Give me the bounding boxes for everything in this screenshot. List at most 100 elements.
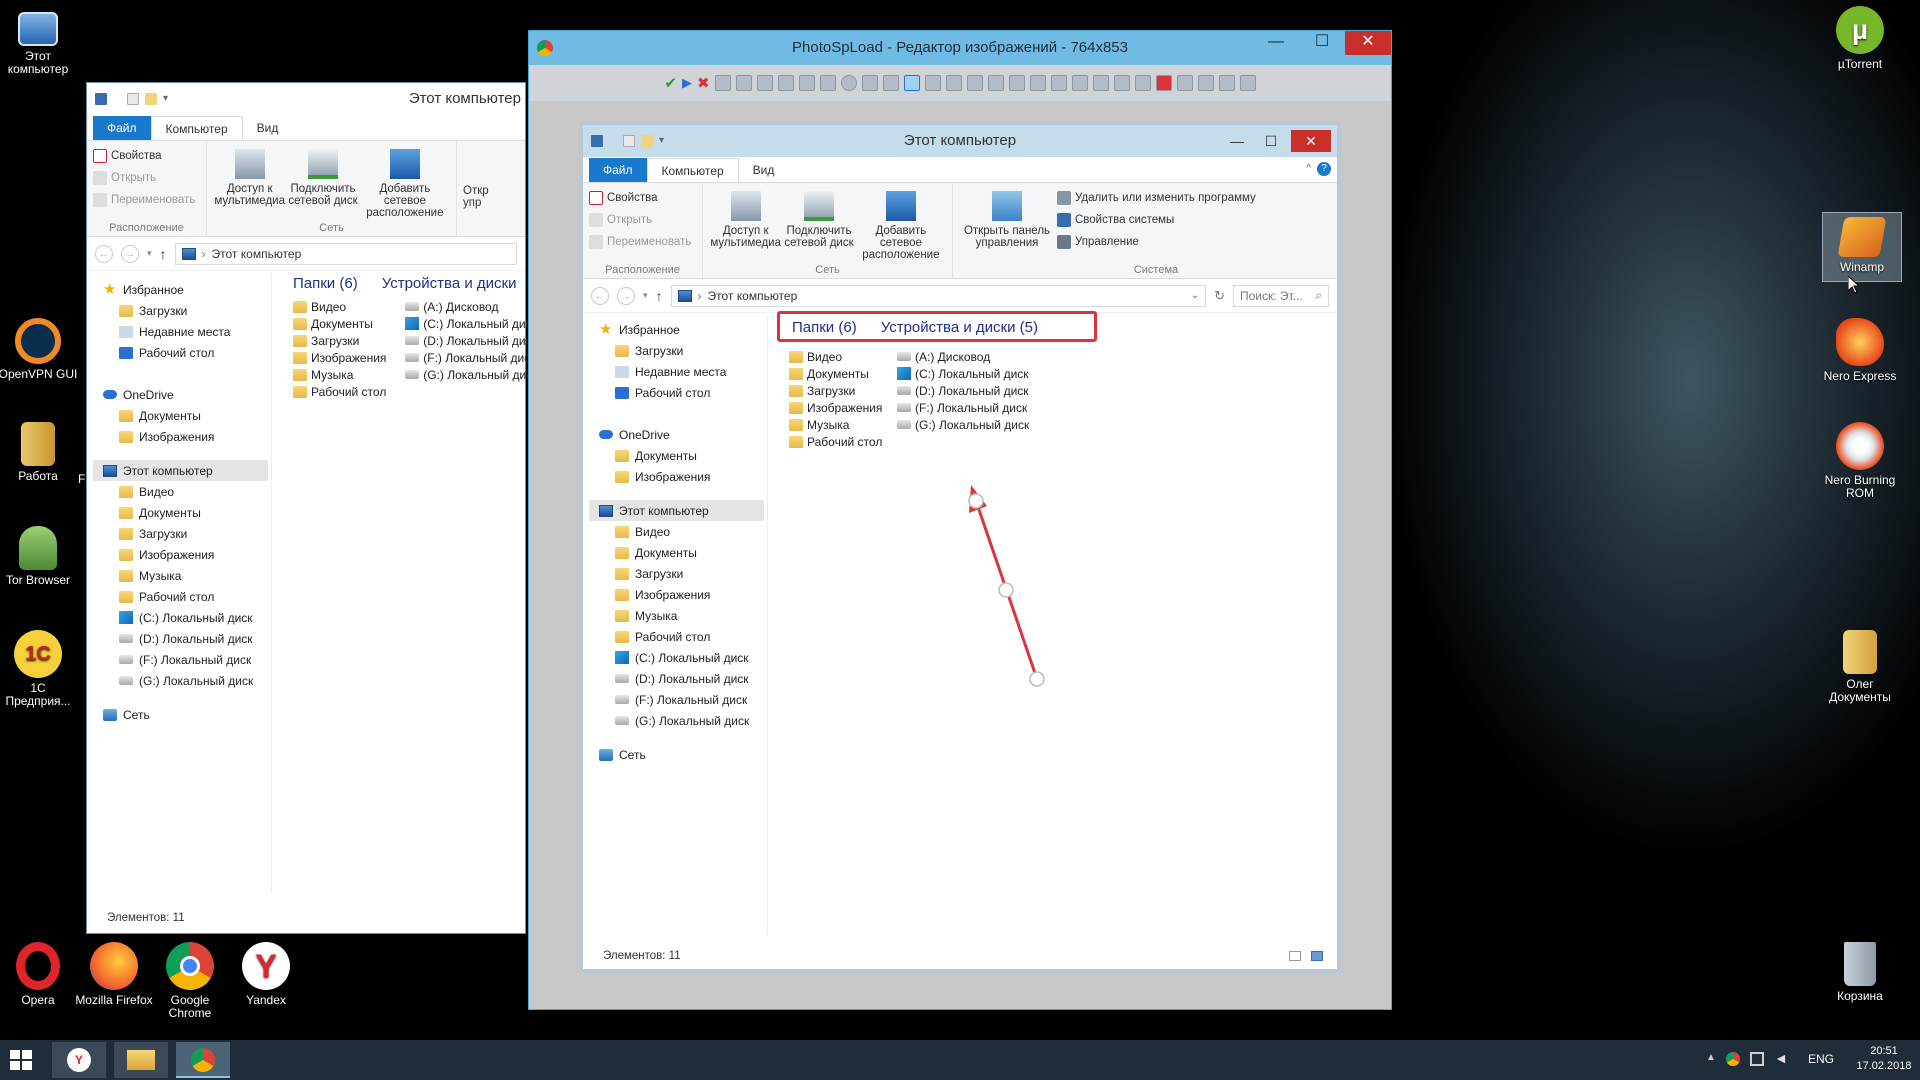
folder-item[interactable]: Музыка (293, 366, 391, 383)
nav-drive-g[interactable]: (G:) Локальный диск (93, 670, 273, 691)
ellipse-icon[interactable] (840, 75, 857, 91)
opera-desktop-icon[interactable]: Opera (0, 942, 78, 1007)
select-icon[interactable] (1050, 75, 1067, 91)
open-cp-partial[interactable]: Откр упр (457, 141, 497, 236)
close-button[interactable]: ✕ (1345, 31, 1391, 55)
tray-photospload-icon[interactable] (1726, 1052, 1740, 1066)
explorer-window-inner[interactable]: ▾ Этот компьютер — ☐ ✕ Файл Компьютер Ви… (579, 121, 1341, 973)
pixelate-icon[interactable] (1092, 75, 1109, 91)
nav-downloads-pc[interactable]: Загрузки (93, 523, 273, 544)
nav-drive-d[interactable]: (D:) Локальный диск (93, 628, 273, 649)
nav-drive-c[interactable]: (C:) Локальный диск (93, 607, 273, 628)
tiles-view-icon[interactable] (1311, 951, 1323, 961)
recycle-bin-desktop-icon[interactable]: Корзина (1820, 942, 1900, 1003)
nav-network[interactable]: Сеть (93, 704, 273, 725)
nav-video[interactable]: Видео (93, 481, 273, 502)
text-box-icon[interactable] (945, 75, 962, 91)
copy-icon[interactable] (756, 75, 773, 91)
language-indicator[interactable]: ENG (1808, 1052, 1834, 1066)
effects-icon[interactable] (1197, 75, 1214, 91)
folder-item[interactable]: Загрузки (293, 332, 391, 349)
nav-music[interactable]: Музыка (93, 565, 273, 586)
settings-icon[interactable] (1239, 75, 1256, 91)
ribbon-open[interactable]: Открыть (93, 167, 200, 189)
folder-item[interactable]: Изображения (293, 349, 391, 366)
this-pc-desktop-icon[interactable]: Этот компьютер (0, 6, 78, 76)
send-icon[interactable] (777, 75, 794, 91)
nav-thispc[interactable]: Этот компьютер (93, 460, 268, 481)
folder-item[interactable]: Документы (293, 315, 391, 332)
tray-expand-icon[interactable]: ▲ (1706, 1052, 1716, 1063)
drive-item[interactable]: (G:) Локальный диск (405, 366, 533, 383)
nav-od-documents[interactable]: Документы (93, 405, 273, 426)
stamp-icon[interactable] (1029, 75, 1046, 91)
ribbon-rename[interactable]: Переименовать (93, 189, 200, 211)
save-as-icon[interactable] (735, 75, 752, 91)
shadow-icon[interactable] (1176, 75, 1193, 91)
nav-favorites[interactable]: ★ Избранное (93, 279, 273, 300)
1c-desktop-icon[interactable]: 1С 1С Предприя... (0, 630, 78, 708)
nav-drive-f[interactable]: (F:) Локальный диск (93, 649, 273, 670)
maximize-button[interactable]: ☐ (1299, 31, 1345, 55)
history-dropdown[interactable]: ▾ (147, 248, 152, 259)
up-button[interactable]: ↑ (160, 246, 167, 262)
volume-icon[interactable]: ◄ (1774, 1050, 1788, 1066)
marker-icon[interactable] (1008, 75, 1025, 91)
network-icon[interactable] (1750, 1052, 1764, 1066)
nav-desktop-pc[interactable]: Рабочий стол (93, 586, 273, 607)
tab-file[interactable]: Файл (93, 116, 151, 140)
oleg-docs-desktop-icon[interactable]: Олег Документы (1820, 630, 1900, 704)
nero-express-desktop-icon[interactable]: Nero Express (1820, 318, 1900, 383)
nav-images[interactable]: Изображения (93, 544, 273, 565)
drive-item[interactable]: (C:) Локальный диск (405, 315, 533, 332)
taskbar-yandex[interactable]: Y (52, 1042, 106, 1078)
photospload-window[interactable]: PhotoSpLoad - Редактор изображений - 764… (528, 30, 1392, 1010)
color-icon[interactable] (1155, 75, 1172, 91)
blur-icon[interactable] (1071, 75, 1088, 91)
qat-dropdown-icon[interactable]: ▾ (163, 83, 168, 115)
drive-item[interactable]: (D:) Локальный диск (405, 332, 533, 349)
yandex-desktop-icon[interactable]: Y Yandex (226, 942, 306, 1007)
annotation-arrow[interactable] (583, 125, 1337, 969)
cancel-icon[interactable]: ✖ (697, 74, 710, 92)
details-view-icon[interactable] (1289, 951, 1301, 961)
nero-burning-desktop-icon[interactable]: Nero Burning ROM (1820, 422, 1900, 500)
rectangle-icon[interactable] (819, 75, 836, 91)
qat-properties-icon[interactable] (127, 93, 139, 105)
number-icon[interactable] (987, 75, 1004, 91)
chrome-desktop-icon[interactable]: Google Chrome (150, 942, 230, 1020)
folder-item[interactable]: Видео (293, 298, 391, 315)
line-icon[interactable] (882, 75, 899, 91)
winamp-desktop-icon[interactable]: Winamp (1822, 212, 1902, 282)
highlight-icon[interactable] (1113, 75, 1130, 91)
nav-onedrive[interactable]: OneDrive (93, 384, 273, 405)
callout-icon[interactable] (966, 75, 983, 91)
nav-documents[interactable]: Документы (93, 502, 273, 523)
devices-header[interactable]: Устройства и диски (382, 275, 517, 292)
upload-icon[interactable]: ▶ (682, 75, 692, 91)
qat-newfolder-icon[interactable] (145, 93, 157, 105)
pencil-icon[interactable] (861, 75, 878, 91)
resize-icon[interactable] (1218, 75, 1235, 91)
drive-item[interactable]: (A:) Дисковод (405, 298, 533, 315)
nav-od-images[interactable]: Изображения (93, 426, 273, 447)
explorer-window-background[interactable]: ▾ Этот компьютер Файл Компьютер Вид Свой… (86, 82, 533, 934)
ribbon-properties[interactable]: Свойства (93, 145, 200, 167)
nav-recent[interactable]: Недавние места (93, 321, 273, 342)
arrow-tool-icon[interactable] (903, 75, 920, 91)
rabota-desktop-icon[interactable]: Работа (0, 422, 78, 483)
start-button[interactable] (10, 1050, 32, 1070)
address-bar[interactable]: › Этот компьютер (174, 242, 517, 265)
openvpn-desktop-icon[interactable]: OpenVPN GUI (0, 318, 78, 381)
apply-icon[interactable]: ✔ (664, 74, 677, 92)
folder-item[interactable]: Рабочий стол (293, 383, 391, 400)
tab-computer[interactable]: Компьютер (150, 116, 243, 140)
crop-icon[interactable] (1134, 75, 1151, 91)
drive-item[interactable]: (F:) Локальный диск (405, 349, 533, 366)
nav-desktop[interactable]: Рабочий стол (93, 342, 273, 363)
taskbar-explorer[interactable] (114, 1042, 168, 1078)
tor-desktop-icon[interactable]: Tor Browser (0, 526, 78, 587)
nav-downloads[interactable]: Загрузки (93, 300, 273, 321)
tab-view[interactable]: Вид (243, 116, 293, 140)
forward-button[interactable]: → (121, 244, 139, 263)
